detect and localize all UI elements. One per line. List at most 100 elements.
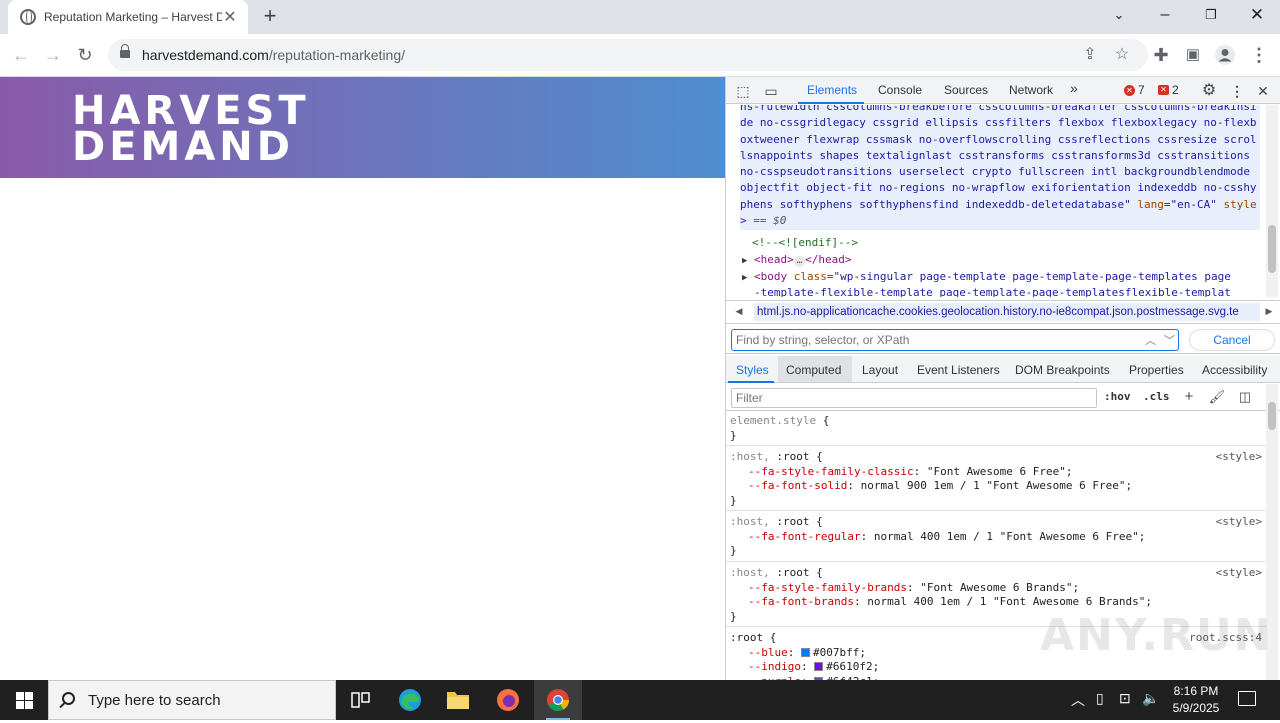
warnings-count[interactable]: ✕ 2 <box>1158 83 1179 97</box>
address-bar[interactable]: harvestdemand.com/reputation-marketing/ … <box>108 39 1148 71</box>
find-input[interactable]: Find by string, selector, or XPath <box>731 329 1179 351</box>
more-tabs-icon[interactable]: » <box>1070 80 1078 96</box>
property-name[interactable]: --blue <box>748 646 788 659</box>
tab-computed[interactable]: Computed <box>786 363 841 377</box>
breadcrumb-left-arrow-icon[interactable]: ◀ <box>732 306 746 317</box>
css-property[interactable]: --fa-style-family-classic: "Font Awesome… <box>730 465 1266 480</box>
tab-elements[interactable]: Elements <box>807 83 857 97</box>
property-name[interactable]: --indigo <box>748 660 801 673</box>
bookmark-star-icon[interactable]: ☆ <box>1110 43 1134 67</box>
close-window-button[interactable]: ✕ <box>1234 0 1280 34</box>
scroll-thumb[interactable] <box>1268 402 1276 430</box>
new-style-rule-icon[interactable]: + <box>1180 388 1198 406</box>
restore-button[interactable]: ❐ <box>1188 0 1234 34</box>
property-value[interactable]: normal 400 1em / 1 "Font Awesome 6 Brand… <box>867 595 1152 608</box>
rule-selector[interactable]: :host, :root { <box>730 515 1266 530</box>
devtools-menu-icon[interactable]: ⋮ <box>1228 82 1246 100</box>
reload-button[interactable]: ↻ <box>72 42 98 68</box>
property-name[interactable]: --fa-style-family-classic <box>748 465 914 478</box>
settings-gear-icon[interactable]: ⚙ <box>1200 82 1218 100</box>
rule-source-link[interactable]: <style> <box>1216 450 1262 465</box>
expand-triangle-icon[interactable]: ▶ <box>742 253 754 269</box>
rule-source-link[interactable]: <style> <box>1216 566 1262 581</box>
start-button[interactable] <box>0 680 48 720</box>
css-property[interactable]: --indigo: #6610f2; <box>730 660 1266 675</box>
dom-comment-node[interactable]: <!--<![endif]--> <box>752 235 858 251</box>
show-hidden-icons-chevron[interactable]: ︿ <box>1071 690 1085 710</box>
new-tab-button[interactable]: + <box>258 5 282 29</box>
network-icon[interactable]: ⊡ <box>1119 690 1131 707</box>
property-name[interactable]: --fa-font-brands <box>748 595 854 608</box>
property-name[interactable]: --fa-style-family-brands <box>748 581 907 594</box>
tab-dom-breakpoints[interactable]: DOM Breakpoints <box>1015 363 1110 377</box>
inspect-element-icon[interactable]: ⬚ <box>734 82 752 100</box>
extensions-icon[interactable]: ✚ <box>1148 42 1174 68</box>
css-property[interactable]: --fa-font-solid: normal 900 1em / 1 "Fon… <box>730 479 1266 494</box>
color-swatch[interactable] <box>801 647 810 657</box>
file-explorer-icon[interactable] <box>434 680 482 720</box>
dom-body-node[interactable]: ▶ <body class="wp-singular page-template … <box>742 269 1231 286</box>
tab-sources[interactable]: Sources <box>944 83 988 97</box>
tab-console[interactable]: Console <box>878 83 922 97</box>
cls-toggle[interactable]: .cls <box>1143 390 1170 403</box>
breadcrumb-html-node[interactable]: html.js.no-applicationcache.cookies.geol… <box>754 303 1260 321</box>
color-swatch[interactable] <box>814 662 824 671</box>
tab-network[interactable]: Network <box>1009 83 1053 97</box>
property-value[interactable]: "Font Awesome 6 Free"; <box>927 465 1073 478</box>
style-rule[interactable]: element.style {} <box>726 412 1266 446</box>
rule-selector[interactable]: :host, :root { <box>730 450 1266 465</box>
rule-source-link[interactable]: <style> <box>1216 515 1262 530</box>
share-icon[interactable]: ⇪ <box>1078 43 1102 67</box>
property-value[interactable]: normal 400 1em / 1 "Font Awesome 6 Free"… <box>874 530 1146 543</box>
harvest-demand-logo[interactable]: HARVEST DEMAND <box>72 87 332 175</box>
browser-tab[interactable]: Reputation Marketing – Harvest Demand ✕ <box>8 0 248 34</box>
property-value[interactable]: #007bff; <box>813 646 866 659</box>
tab-styles[interactable]: Styles <box>736 363 769 377</box>
chrome-icon[interactable] <box>534 680 582 720</box>
volume-icon[interactable]: 🔈 <box>1142 690 1159 707</box>
taskbar-search[interactable]: Type here to search <box>48 680 336 720</box>
profile-avatar[interactable] <box>1212 42 1238 68</box>
html-element-attributes[interactable]: ns-rulewidth csscolumns-breakbefore cssc… <box>740 105 1260 231</box>
task-view-icon[interactable] <box>336 680 384 720</box>
filter-input[interactable]: Filter <box>731 388 1097 408</box>
css-property[interactable]: --fa-style-family-brands: "Font Awesome … <box>730 581 1266 596</box>
taskbar-clock[interactable]: 8:16 PM 5/9/2025 <box>1164 683 1228 717</box>
css-property[interactable]: --fa-font-regular: normal 400 1em / 1 "F… <box>730 530 1266 545</box>
tab-accessibility[interactable]: Accessibility <box>1202 363 1267 377</box>
style-rule[interactable]: :host, :root {<style> --fa-style-family-c… <box>726 448 1266 511</box>
firefox-icon[interactable] <box>484 680 532 720</box>
expand-triangle-icon[interactable]: ▶ <box>742 270 754 286</box>
find-next-icon[interactable]: ﹀ <box>1164 332 1175 348</box>
style-rule[interactable]: :host, :root {<style> --fa-font-regular: … <box>726 513 1266 562</box>
minimize-button[interactable]: – <box>1142 0 1188 34</box>
tab-event-listeners[interactable]: Event Listeners <box>917 363 1000 377</box>
breadcrumb-right-arrow-icon[interactable]: ▶ <box>1262 306 1276 317</box>
device-toolbar-icon[interactable]: ▭ <box>762 82 780 100</box>
cancel-button[interactable]: Cancel <box>1189 329 1275 351</box>
property-name[interactable]: --fa-font-regular <box>748 530 861 543</box>
forward-button[interactable]: → <box>40 42 66 68</box>
dom-tree[interactable]: ns-rulewidth csscolumns-breakbefore cssc… <box>726 105 1266 297</box>
find-previous-icon[interactable]: ︿ <box>1145 332 1156 348</box>
toggle-sidebar-icon[interactable]: ◫ <box>1236 388 1254 406</box>
scroll-thumb[interactable] <box>1268 225 1276 273</box>
ellipsis-badge[interactable]: … <box>793 256 806 267</box>
rule-selector[interactable]: element.style { <box>730 414 1266 429</box>
dom-scrollbar[interactable] <box>1266 105 1278 297</box>
errors-count[interactable]: ✕ 7 <box>1124 83 1145 97</box>
property-value[interactable]: "Font Awesome 6 Brands"; <box>920 581 1079 594</box>
property-value[interactable]: normal 900 1em / 1 "Font Awesome 6 Free"… <box>861 479 1133 492</box>
property-value[interactable]: #6610f2; <box>826 660 879 673</box>
css-property[interactable]: --fa-font-brands: normal 400 1em / 1 "Fo… <box>730 595 1266 610</box>
close-devtools-icon[interactable]: ✕ <box>1254 82 1272 100</box>
side-panel-icon[interactable]: ▣ <box>1180 42 1206 68</box>
edge-icon[interactable] <box>386 680 434 720</box>
paint-brush-icon[interactable]: 🖌 <box>1208 388 1226 406</box>
property-name[interactable]: --fa-font-solid <box>748 479 847 492</box>
rule-selector[interactable]: :host, :root { <box>730 566 1266 581</box>
back-button[interactable]: ← <box>8 42 34 68</box>
tab-search-icon[interactable]: ⌄ <box>1096 0 1142 34</box>
battery-icon[interactable]: ▯ <box>1096 690 1104 707</box>
tab-properties[interactable]: Properties <box>1129 363 1184 377</box>
